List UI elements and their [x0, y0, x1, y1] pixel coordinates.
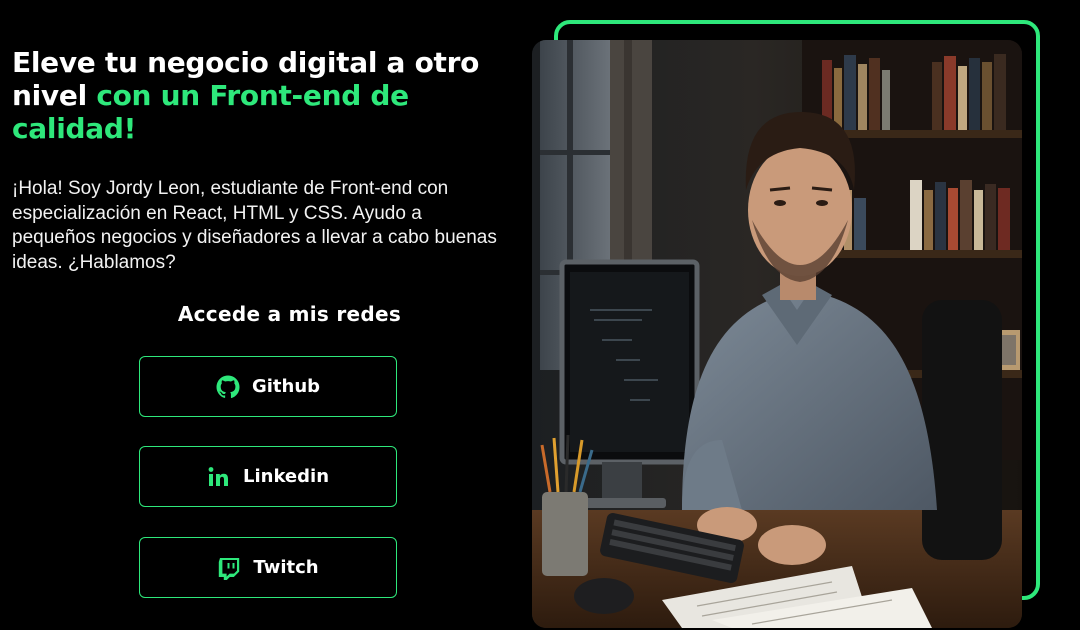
twitch-icon — [217, 556, 241, 580]
headline: Eleve tu negocio digital a otro nivel co… — [12, 46, 512, 145]
linkedin-icon — [207, 465, 231, 489]
twitch-button[interactable]: Twitch — [139, 537, 397, 598]
github-label: Github — [251, 376, 321, 397]
github-icon — [216, 375, 240, 399]
github-button[interactable]: Github — [139, 356, 397, 417]
linkedin-button[interactable]: Linkedin — [139, 446, 397, 507]
social-title: Accede a mis redes — [177, 302, 402, 326]
portfolio-hero: Eleve tu negocio digital a otro nivel co… — [0, 0, 1080, 630]
intro-text: ¡Hola! Soy Jordy Leon, estudiante de Fro… — [12, 178, 497, 273]
twitch-label: Twitch — [253, 557, 319, 578]
developer-photo — [532, 40, 1022, 628]
linkedin-label: Linkedin — [242, 466, 330, 487]
